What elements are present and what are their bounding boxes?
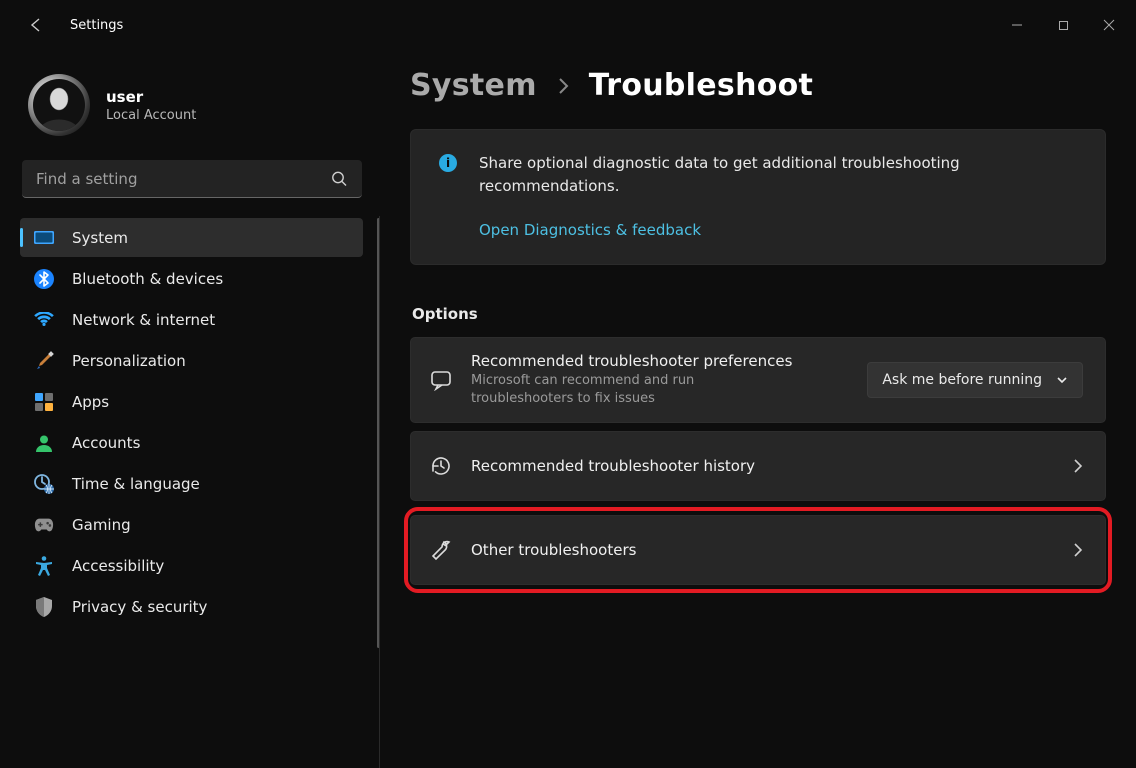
diagnostic-info-card: i Share optional diagnostic data to get … [410,129,1106,265]
person-icon [34,433,54,453]
wrench-icon [411,539,471,561]
user-name: user [106,88,196,106]
chevron-right-icon [1073,542,1083,558]
card-troubleshooter-history[interactable]: Recommended troubleshooter history [410,431,1106,501]
card-other-troubleshooters[interactable]: Other troubleshooters [410,515,1106,585]
sidebar-item-label: Apps [72,393,109,411]
search-box[interactable] [22,160,362,198]
clock-globe-icon [34,474,54,494]
sidebar-item-privacy-security[interactable]: Privacy & security [20,587,363,626]
sidebar-item-label: Network & internet [72,311,215,329]
avatar [28,74,90,136]
sidebar: user Local Account System Bluetooth & de… [0,50,380,768]
back-button[interactable] [22,11,50,39]
card-title: Other troubleshooters [471,541,1073,559]
gamepad-icon [34,515,54,535]
bluetooth-icon [34,269,54,289]
sidebar-item-network-internet[interactable]: Network & internet [20,300,363,339]
search-input[interactable] [22,160,362,198]
sidebar-item-label: Gaming [72,516,131,534]
content-pane: System Troubleshoot i Share optional dia… [380,50,1136,768]
apps-icon [34,392,54,412]
sidebar-item-system[interactable]: System [20,218,363,257]
preferences-dropdown[interactable]: Ask me before running [867,362,1083,398]
window-controls [994,9,1132,41]
sidebar-item-label: Bluetooth & devices [72,270,223,288]
window-title: Settings [70,18,123,33]
sidebar-item-gaming[interactable]: Gaming [20,505,363,544]
user-account-type: Local Account [106,108,196,123]
chevron-right-icon [557,77,569,95]
wifi-icon [34,310,54,330]
sidebar-item-apps[interactable]: Apps [20,382,363,421]
sidebar-item-label: Accounts [72,434,140,452]
accessibility-icon [34,556,54,576]
close-button[interactable] [1086,9,1132,41]
sidebar-scrollbar[interactable] [377,218,380,648]
breadcrumb-current: Troubleshoot [589,68,813,103]
card-title: Recommended troubleshooter preferences [471,352,867,370]
breadcrumb-parent[interactable]: System [410,68,537,103]
card-title: Recommended troubleshooter history [471,457,1073,475]
open-diagnostics-link[interactable]: Open Diagnostics & feedback [479,219,701,242]
info-icon: i [439,154,457,172]
sidebar-item-label: Privacy & security [72,598,207,616]
sidebar-item-label: Time & language [72,475,200,493]
sidebar-item-label: Personalization [72,352,186,370]
minimize-button[interactable] [994,9,1040,41]
sidebar-item-time-language[interactable]: Time & language [20,464,363,503]
paintbrush-icon [34,351,54,371]
info-text: Share optional diagnostic data to get ad… [479,152,1079,199]
card-troubleshooter-preferences[interactable]: Recommended troubleshooter preferences M… [410,337,1106,423]
history-icon [411,455,471,477]
maximize-button[interactable] [1040,9,1086,41]
system-icon [34,228,54,248]
sidebar-item-label: Accessibility [72,557,164,575]
nav-list: System Bluetooth & devices Network & int… [20,216,380,768]
sidebar-item-accessibility[interactable]: Accessibility [20,546,363,585]
shield-icon [34,597,54,617]
chevron-right-icon [1073,458,1083,474]
sidebar-item-accounts[interactable]: Accounts [20,423,363,462]
titlebar: Settings [0,0,1136,50]
user-block[interactable]: user Local Account [20,60,380,156]
breadcrumb: System Troubleshoot [410,68,1106,103]
section-title-options: Options [412,305,1106,323]
search-icon [331,171,348,188]
sidebar-item-bluetooth-devices[interactable]: Bluetooth & devices [20,259,363,298]
chat-icon [411,369,471,391]
dropdown-value: Ask me before running [882,372,1042,388]
chevron-down-icon [1056,375,1068,385]
sidebar-item-label: System [72,229,128,247]
card-subtitle: Microsoft can recommend and run troubles… [471,372,791,407]
sidebar-item-personalization[interactable]: Personalization [20,341,363,380]
